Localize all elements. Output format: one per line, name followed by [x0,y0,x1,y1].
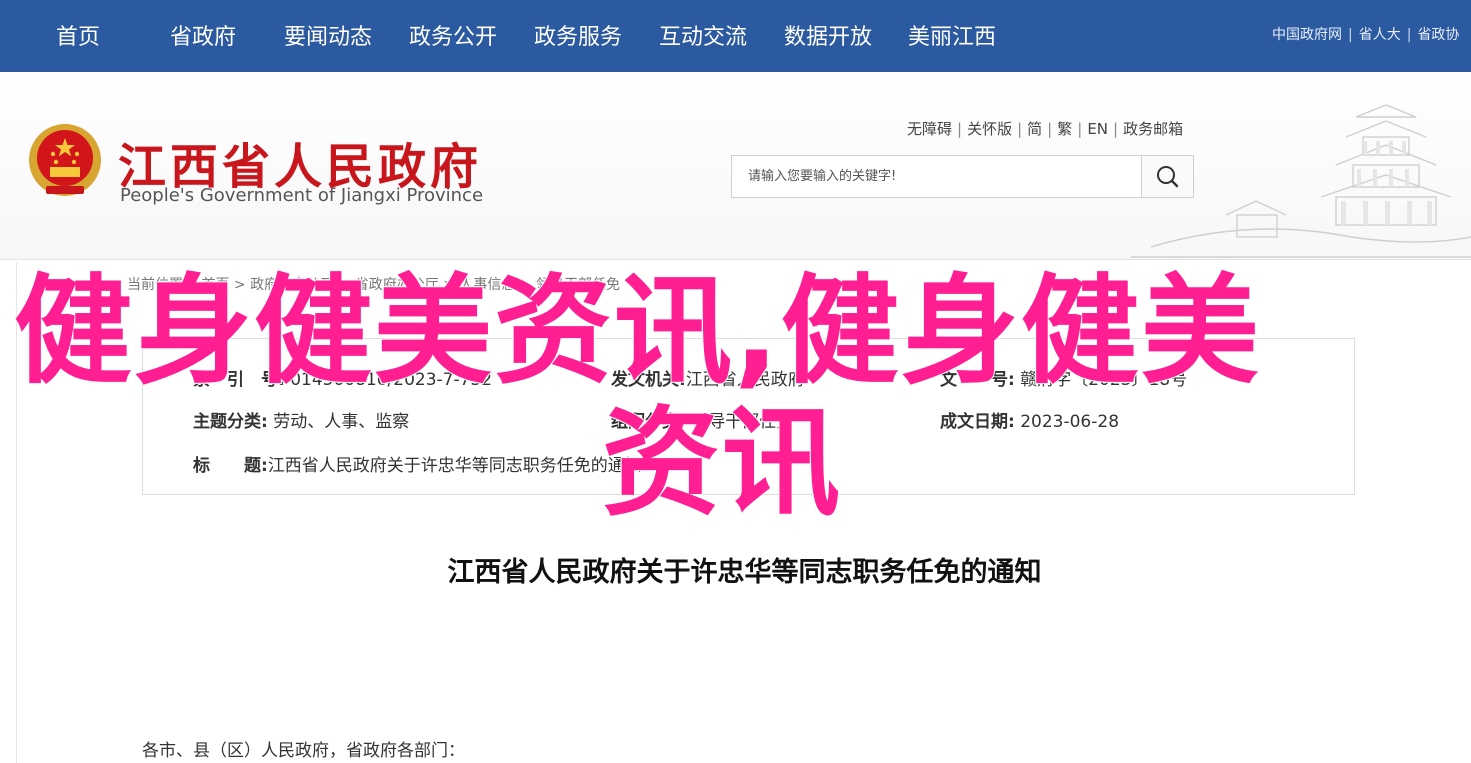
link-english[interactable]: EN [1087,120,1108,138]
document-info-box: 索 引 号: 014500810/2023-7-732 发文机关:江西省人民政府… [142,338,1355,495]
link-provincial-npc[interactable]: 省人大 [1359,27,1401,43]
nav-item-interaction[interactable]: 互动交流 [659,19,747,51]
info-docno: 文 号: 赣府字〔2023〕18号 [940,370,1188,390]
site-header: 江西省人民政府 People's Government of Jiangxi P… [0,72,1471,260]
breadcrumb[interactable]: 当前位置： 首页 > 政府信息公开 > 省政府办公厅 > 人事信息 > 领导干部… [127,274,620,294]
site-subtitle: People's Government of Jiangxi Province [120,185,484,206]
nav-item-provincial-government[interactable]: 省政府 [170,19,236,51]
nav-item-home[interactable]: 首页 [56,19,100,51]
info-index: 索 引 号: 014500810/2023-7-732 [193,370,493,390]
national-emblem-icon [29,124,101,196]
nav-item-government-affairs-public[interactable]: 政务公开 [409,19,497,51]
link-traditional[interactable]: 繁 [1057,120,1072,138]
tengwang-pavilion-illustration [1131,104,1471,258]
nav-item-government-services[interactable]: 政务服务 [534,19,622,51]
nav-item-beautiful-jiangxi[interactable]: 美丽江西 [908,19,996,51]
link-provincial-cppcc[interactable]: 省政协 [1417,27,1459,43]
info-title: 标 题:江西省人民政府关于许忠华等同志职务任免的通知 [193,456,642,476]
link-simplified[interactable]: 简 [1027,120,1042,138]
search-input[interactable] [732,156,1142,197]
document-salutation: 各市、县（区）人民政府，省政府各部门： [142,741,465,761]
nav-item-open-data[interactable]: 数据开放 [784,19,872,51]
search-box [731,155,1194,198]
nav-item-news[interactable]: 要闻动态 [284,19,372,51]
top-navigation-bar: 首页 省政府 要闻动态 政务公开 政务服务 互动交流 数据开放 美丽江西 中国政… [0,0,1471,72]
info-date: 成文日期: 2023-06-28 [940,412,1120,432]
info-genre: 组配分类: 领导干部任免 [611,412,794,432]
top-right-links: 中国政府网 | 省人大 | 省政协 [1272,27,1460,43]
link-china-gov[interactable]: 中国政府网 [1272,27,1342,43]
info-topic: 主题分类: 劳动、人事、监察 [193,412,410,432]
link-care-version[interactable]: 关怀版 [967,120,1012,138]
link-accessibility[interactable]: 无障碍 [907,120,952,138]
page: 首页 省政府 要闻动态 政务公开 政务服务 互动交流 数据开放 美丽江西 中国政… [0,0,1471,763]
info-issuer: 发文机关:江西省人民政府 [611,370,805,390]
document-title: 江西省人民政府关于许忠华等同志职务任免的通知 [447,557,1042,588]
main-content: 当前位置： 首页 > 政府信息公开 > 省政府办公厅 > 人事信息 > 领导干部… [16,262,1471,763]
